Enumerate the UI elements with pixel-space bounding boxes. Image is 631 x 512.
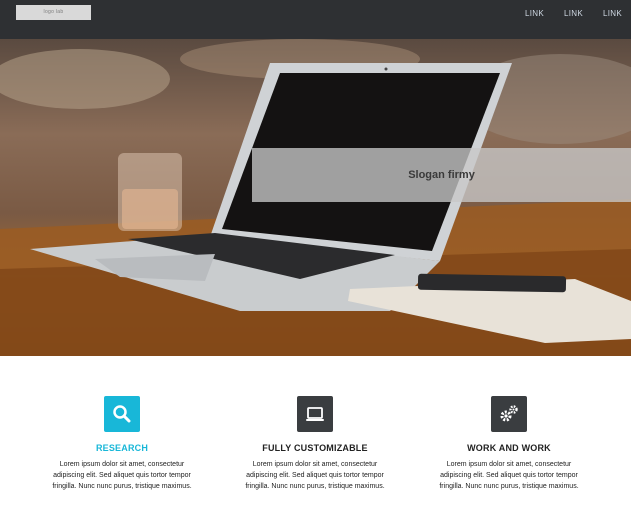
- feature-description: Lorem ipsum dolor sit amet, consectetur …: [52, 461, 192, 490]
- feature-title: WORK AND WORK: [467, 443, 551, 453]
- feature-description: Lorem ipsum dolor sit amet, consectetur …: [439, 461, 579, 490]
- slogan-banner: Slogan firmy: [252, 148, 631, 202]
- slogan-text: Slogan firmy: [408, 169, 475, 181]
- search-icon: [104, 396, 140, 432]
- nav-link-2[interactable]: LINK: [564, 9, 583, 18]
- feature-work: WORK AND WORK Lorem ipsum dolor sit amet…: [419, 396, 599, 492]
- feature-title: FULLY CUSTOMIZABLE: [262, 443, 368, 453]
- monitor-icon: [297, 396, 333, 432]
- nav-link-1[interactable]: LINK: [525, 9, 544, 18]
- feature-description: Lorem ipsum dolor sit amet, consectetur …: [245, 461, 385, 490]
- logo[interactable]: logo lab: [16, 5, 91, 20]
- feature-customizable: FULLY CUSTOMIZABLE Lorem ipsum dolor sit…: [225, 396, 405, 492]
- top-navbar: logo lab LINK LINK LINK: [0, 0, 631, 39]
- gears-icon: [491, 396, 527, 432]
- feature-research: RESEARCH Lorem ipsum dolor sit amet, con…: [32, 396, 212, 492]
- feature-title: RESEARCH: [95, 443, 149, 453]
- hero-banner: Slogan firmy: [0, 39, 631, 356]
- nav-link-3[interactable]: LINK: [603, 9, 622, 18]
